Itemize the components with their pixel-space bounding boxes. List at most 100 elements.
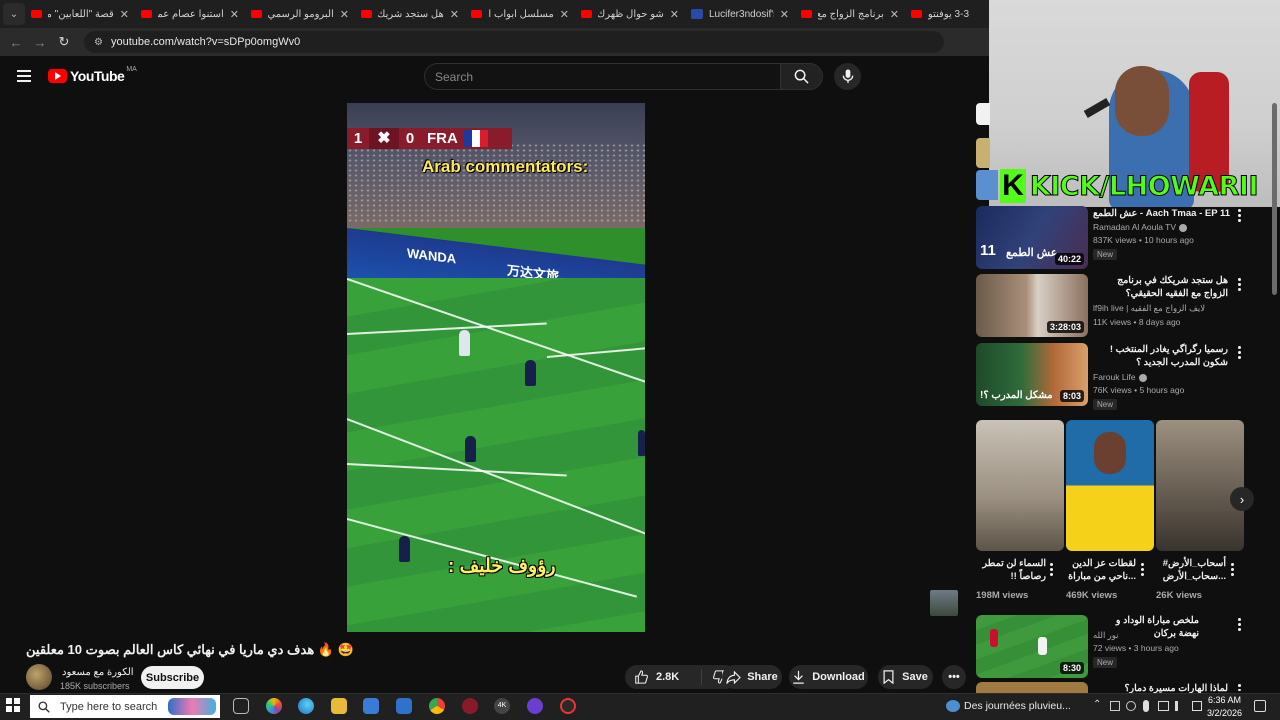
more-vertical-icon[interactable] [1237,684,1241,693]
channel-name[interactable]: الكورة مع مسعود [62,667,134,678]
filter-chip[interactable] [976,103,990,125]
scrollbar[interactable] [1272,103,1277,295]
subscribe-button[interactable]: Subscribe [141,666,204,689]
like-button[interactable]: 2.8K [625,669,702,685]
short-thumbnail[interactable] [1156,420,1244,551]
tray-app-icon[interactable] [1126,701,1136,711]
recommended-thumbnail[interactable]: 3:28:03 [976,274,1088,337]
edge-icon[interactable] [298,698,314,714]
tray-app-icon[interactable] [1110,701,1120,711]
browser-tab[interactable]: استنوا عصام عمر ✕ [135,0,245,28]
forward-arrow-icon[interactable]: → [28,35,52,50]
network-icon[interactable] [1158,701,1169,711]
close-icon[interactable]: ✕ [560,8,569,21]
site-info-icon[interactable]: ⚙ [94,37,103,48]
obs-icon[interactable] [560,698,576,714]
partial-thumbnail[interactable] [976,170,998,200]
more-actions-button[interactable]: ••• [942,665,966,689]
video-player[interactable]: WANDA 万达文旅 WA 1 ✖ 0 FRA Arab commentator… [347,103,645,632]
file-explorer-icon[interactable] [331,698,347,714]
more-vertical-icon[interactable] [1237,278,1241,293]
task-view-icon[interactable] [233,698,249,714]
partial-thumbnail[interactable] [976,138,990,168]
more-vertical-icon[interactable] [1230,563,1234,578]
share-button[interactable]: Share [722,665,782,689]
chevron-up-icon[interactable]: ⌃ [1093,699,1101,710]
recommended-thumbnail[interactable] [976,682,1088,693]
url-field[interactable]: ⚙ youtube.com/watch?v=sDPp0omgWv0 [84,31,944,53]
more-vertical-icon[interactable] [1049,563,1053,578]
more-vertical-icon[interactable] [1237,618,1241,633]
search-button[interactable] [781,63,823,90]
recommended-channel[interactable]: lf9ih live | لايف الزواج مع الفقيه [1093,303,1205,314]
taskbar-search-input[interactable]: Type here to search [30,695,220,718]
short-views: 26K views [1156,590,1202,601]
video-duration: 3:28:03 [1046,321,1084,333]
app-icon[interactable]: 4K [494,698,510,714]
recommended-thumbnail[interactable]: 8:30 [976,615,1088,678]
download-button[interactable]: Download [789,665,868,689]
close-icon[interactable]: ✕ [230,8,239,21]
recommended-channel[interactable]: Ramadan Al Aoula TV [1093,222,1188,232]
app-icon[interactable] [462,698,478,714]
windows-start-icon[interactable] [6,698,20,712]
chevron-right-icon[interactable]: › [1230,487,1254,511]
close-icon[interactable]: ✕ [120,8,129,21]
recommended-channel[interactable]: Farouk Life [1093,372,1147,382]
browser-tab[interactable]: هل ستجد شريك حـ ✕ [355,0,465,28]
more-vertical-icon[interactable] [1237,209,1241,224]
search-input[interactable]: Search [424,63,781,90]
youtube-logo[interactable]: YouTube MA [48,66,137,84]
search-placeholder: Search [435,69,474,84]
short-thumbnail[interactable] [1066,420,1154,551]
youtube-icon [471,10,482,18]
tab-search-chevron-icon[interactable]: ⌄ [3,3,25,25]
weather-text[interactable]: Des journées pluvieu... [964,700,1071,712]
notification-icon[interactable] [1254,700,1266,712]
copilot-icon[interactable] [266,698,282,714]
short-title[interactable]: أسحاب_الأرض# ...سحاب_الأرض [1156,557,1226,583]
more-vertical-icon[interactable] [1237,346,1241,361]
recommended-title[interactable]: عش الطمع - Aach Tmaa - EP 11 [1093,207,1233,220]
close-icon[interactable]: ✕ [340,8,349,21]
miniplayer-preview[interactable] [930,590,958,616]
recommended-thumbnail[interactable]: مشكل المدرب ؟! 8:03 [976,343,1088,406]
browser-tab[interactable]: شو حوال ظهرك يا ✕ [575,0,685,28]
browser-tab[interactable]: قصة "اللعابين" مت ✕ [25,0,135,28]
clock-date[interactable]: 3/2/2026 [1207,708,1242,718]
more-vertical-icon[interactable] [1140,563,1144,578]
recommended-title[interactable]: لماذا الهارات مسيرة دمار؟ [1093,682,1228,693]
app-icon[interactable] [527,698,543,714]
voice-search-button[interactable] [834,63,861,90]
close-icon[interactable]: ✕ [670,8,679,21]
tab-title: شو حوال ظهرك يا [598,8,664,20]
menu-icon[interactable] [17,70,31,82]
away-score: 0 [405,130,415,147]
back-arrow-icon[interactable]: ← [4,35,28,50]
close-icon[interactable]: ✕ [450,8,459,21]
close-icon[interactable]: ✕ [890,8,899,21]
outlook-icon[interactable] [396,698,412,714]
microphone-icon[interactable] [1143,700,1149,712]
recommended-title[interactable]: رسميا رگراگي يغادر المنتخب ! شكون المدرب… [1093,343,1228,369]
browser-tab[interactable]: البرومو الرسمي لـ ✕ [245,0,355,28]
recommended-channel[interactable]: نور الله [1093,630,1119,641]
short-thumbnail[interactable] [976,420,1064,551]
recommended-title[interactable]: هل ستجد شريكك في برنامج الزواج مع الفقيه… [1093,274,1228,300]
volume-icon[interactable] [1175,701,1186,711]
close-icon[interactable]: ✕ [780,8,789,21]
channel-avatar[interactable] [26,664,52,690]
browser-tab[interactable]: برنامج الزواج مع ال ✕ [795,0,905,28]
reload-icon[interactable]: ↻ [52,34,76,50]
chrome-icon[interactable] [429,698,445,714]
browser-tab[interactable]: مسلسل أبواب الخـ ✕ [465,0,575,28]
browser-tab[interactable]: 3-3 يوفنتوس [905,0,975,28]
short-title[interactable]: لقطات عز الدين ...ناحي من مباراة [1066,557,1136,583]
browser-tab[interactable]: Lucifer3ndosif's ✕ [685,0,795,28]
save-button[interactable]: Save [878,665,933,689]
clock-time[interactable]: 6:36 AM [1208,695,1241,705]
recommended-thumbnail[interactable]: 11 عش الطمع 40:22 [976,206,1088,269]
short-title[interactable]: السماء لن تمطر رصاصاً !! [976,557,1046,583]
keyboard-icon[interactable] [1192,701,1202,711]
store-icon[interactable] [363,698,379,714]
